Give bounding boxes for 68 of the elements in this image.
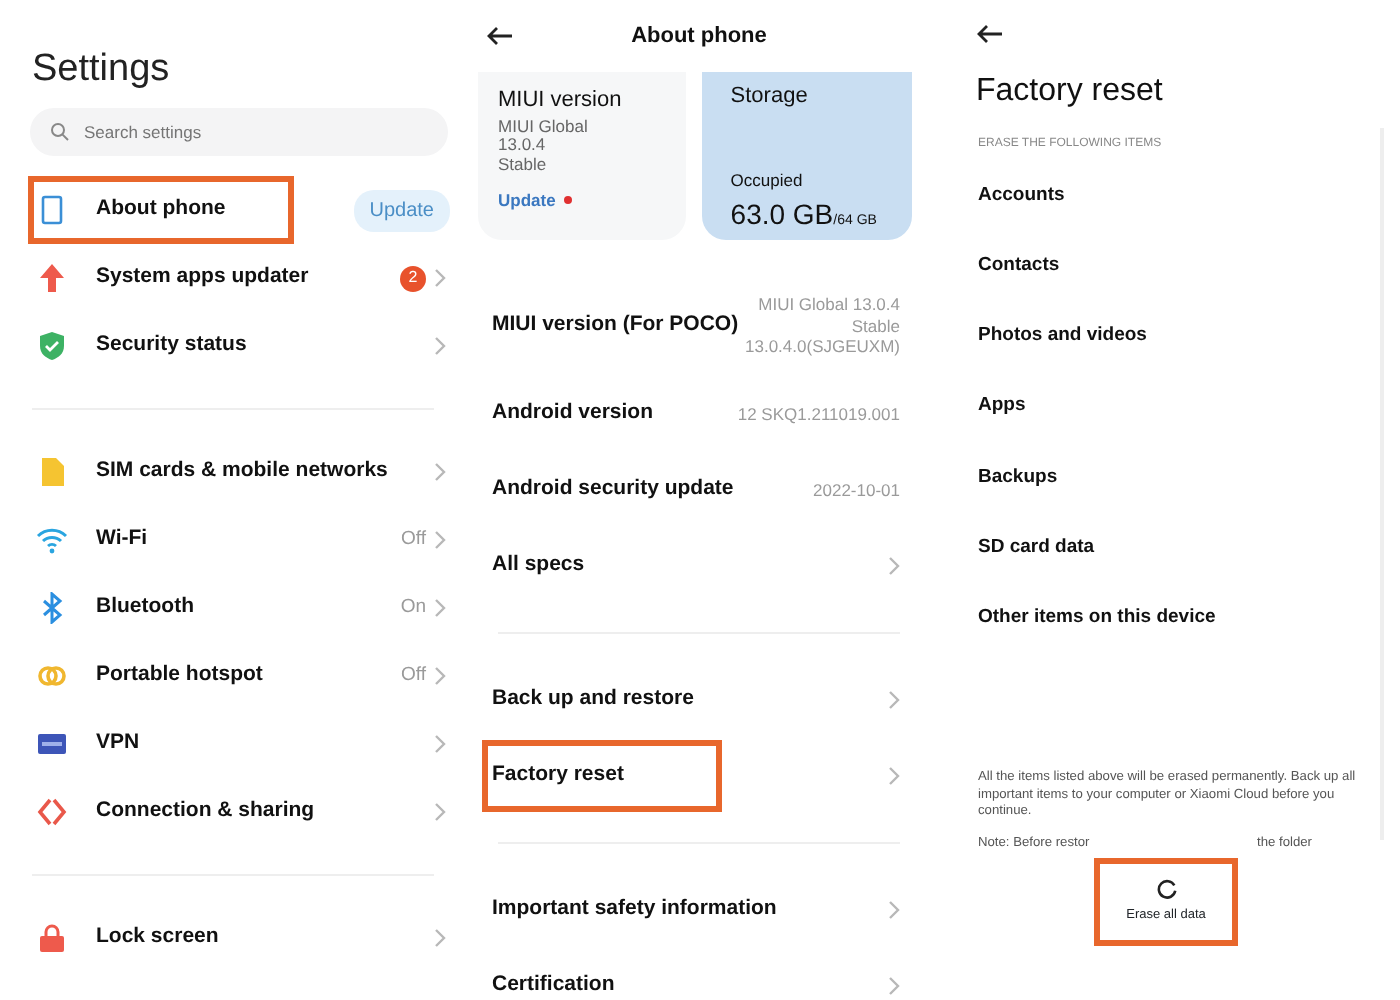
arrow-up-icon <box>36 262 68 294</box>
page-title: Settings <box>30 46 172 94</box>
settings-item[interactable]: VPN <box>0 710 466 778</box>
erase-item: Apps <box>976 392 1028 421</box>
chevron-icon <box>434 666 446 686</box>
page-title: Factory reset <box>974 72 1165 112</box>
version-text: 13.0.4 <box>498 136 548 157</box>
chevron-icon <box>434 598 446 618</box>
setting-value: 12 SKQ1.211019.001 <box>737 403 900 425</box>
count-badge: 2 <box>400 265 426 291</box>
about-item[interactable]: Important safety information <box>466 872 932 948</box>
settings-item[interactable]: System apps updater 2 <box>0 244 466 312</box>
erase-item: Backups <box>976 463 1060 492</box>
connection-icon <box>36 796 68 828</box>
storage-caption: Occupied <box>730 168 805 194</box>
lock-icon <box>36 922 68 954</box>
erase-item: Contacts <box>976 251 1062 280</box>
about-item[interactable]: Factory reset <box>482 740 722 812</box>
chevron-icon <box>434 802 446 822</box>
chevron-icon <box>434 928 446 948</box>
back-icon[interactable] <box>486 26 514 46</box>
storage-used: 63.0 GB <box>730 195 834 234</box>
search-icon <box>50 122 70 142</box>
card-title: MIUI version <box>498 86 624 116</box>
version-card[interactable]: MIUI version MIUI Global 13.0.4 Stable Update <box>478 72 687 240</box>
notification-dot-icon <box>563 196 572 205</box>
settings-item[interactable]: Portable hotspot Off <box>0 642 466 710</box>
about-item[interactable]: All specs <box>466 528 932 604</box>
search-field[interactable]: Search settings <box>30 108 448 156</box>
phone-icon <box>36 194 68 226</box>
update-link[interactable]: Update <box>498 187 556 214</box>
screen-title: About phone <box>629 21 769 52</box>
chevron-icon <box>434 268 446 288</box>
spinner-icon <box>1155 877 1177 900</box>
setting-value: Off <box>401 525 426 554</box>
chevron-icon <box>434 530 446 550</box>
settings-item[interactable]: Bluetooth On <box>0 574 466 642</box>
about-item[interactable]: Android security update 2022-10-01 <box>466 452 932 528</box>
erase-item: SD card data <box>976 534 1097 562</box>
chevron-icon <box>434 336 446 356</box>
about-item[interactable]: Android version 12 SKQ1.211019.001 <box>466 376 932 452</box>
card-title: Storage <box>730 82 810 112</box>
settings-item[interactable]: SIM cards & mobile networks <box>0 438 466 506</box>
erase-item: Accounts <box>976 181 1067 210</box>
settings-item[interactable]: About phone <box>28 176 294 244</box>
hotspot-icon <box>36 660 68 692</box>
erase-item: Other items on this device <box>976 604 1218 633</box>
erase-item: Photos and videos <box>976 322 1149 351</box>
settings-item[interactable]: Security status <box>0 312 466 380</box>
wifi-icon <box>36 524 68 556</box>
about-item[interactable]: Certification <box>466 948 932 1000</box>
settings-item[interactable]: Wi-Fi Off <box>0 506 466 574</box>
chevron-icon <box>434 462 446 482</box>
version-text: MIUI Global <box>498 117 590 137</box>
setting-value: On <box>400 593 426 622</box>
back-icon[interactable] <box>976 24 1004 45</box>
about-item[interactable]: MIUI version (For POCO) MIUI Global 13.0.4 Stable 13.0.4.0(SJGEUXM) <box>466 276 932 376</box>
chevron-icon <box>434 734 446 754</box>
sim-card-icon <box>36 456 68 488</box>
setting-value: MIUI Global 13.0.4 Stable 13.0.4.0(SJGEUXM) <box>745 294 900 358</box>
shield-icon <box>36 330 68 362</box>
setting-value: Off <box>401 661 426 690</box>
settings-item[interactable]: Lock screen <box>0 904 466 972</box>
about-item[interactable]: Back up and restore <box>466 662 932 738</box>
vpn-icon <box>36 728 68 760</box>
settings-item[interactable]: Connection & sharing <box>0 778 466 846</box>
setting-value: 2022-10-01 <box>813 479 900 501</box>
version-text: Stable <box>498 156 549 176</box>
